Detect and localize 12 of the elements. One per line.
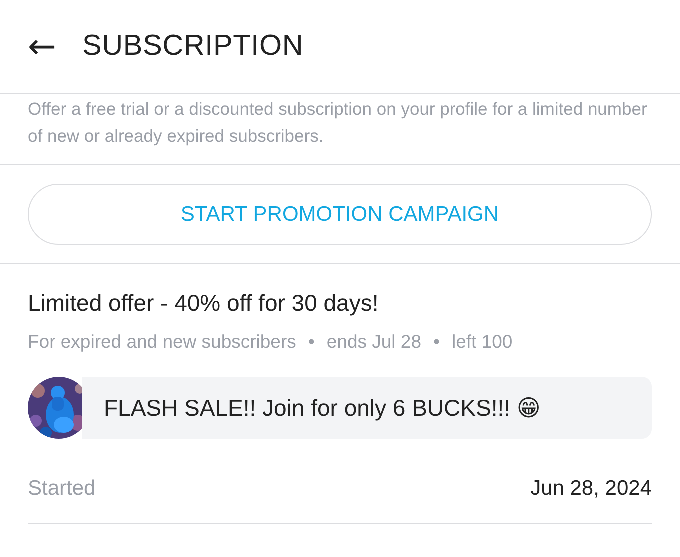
offer-detail: For expired and new subscribers	[28, 331, 296, 353]
offer-detail: ends Jul 28	[326, 331, 422, 353]
back-button[interactable]: ←	[28, 30, 56, 64]
page-title: SUBSCRIPTION	[82, 30, 304, 63]
message-bubble: FLASH SALE!! Join for only 6 BUCKS!!! 😁	[82, 377, 652, 439]
started-label: Started	[28, 477, 96, 501]
started-date: Jun 28, 2024	[530, 477, 652, 501]
offer-title: Limited offer - 40% off for 30 days!	[28, 290, 380, 317]
description-text: Offer a free trial or a discounted subscription on your profile for a limited number of new or already expired subscribers.	[28, 98, 648, 148]
separator-dot: •	[308, 331, 315, 353]
separator-dot: •	[434, 331, 440, 353]
offer-detail: left 100	[452, 331, 513, 353]
